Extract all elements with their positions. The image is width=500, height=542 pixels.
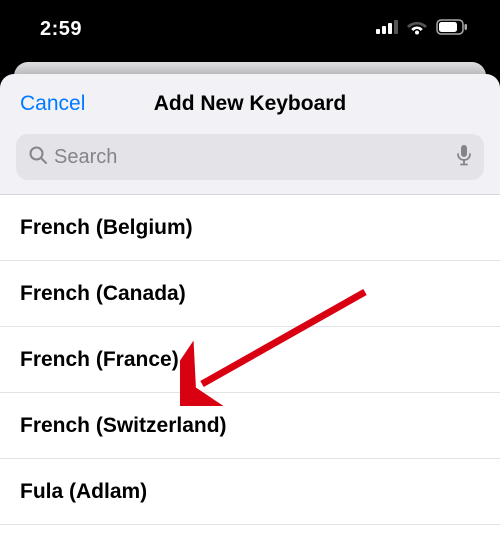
list-item[interactable]: French (Canada) bbox=[0, 261, 500, 327]
screen: 2:59 bbox=[0, 0, 500, 542]
search-container bbox=[0, 134, 500, 194]
cancel-button[interactable]: Cancel bbox=[0, 92, 85, 116]
list-item[interactable]: French (Switzerland) bbox=[0, 393, 500, 459]
cellular-icon bbox=[376, 20, 398, 39]
modal-sheet: Cancel Add New Keyboard bbox=[0, 74, 500, 542]
mic-icon[interactable] bbox=[456, 144, 472, 171]
status-bar: 2:59 bbox=[0, 0, 500, 58]
list-item[interactable]: Fula (Adlam) bbox=[0, 459, 500, 525]
status-time: 2:59 bbox=[40, 18, 82, 41]
search-input[interactable] bbox=[54, 146, 450, 169]
keyboard-list: French (Belgium) French (Canada) French … bbox=[0, 194, 500, 542]
status-icons bbox=[376, 19, 468, 40]
wifi-icon bbox=[406, 19, 428, 40]
battery-icon bbox=[436, 19, 468, 40]
search-field[interactable] bbox=[16, 134, 484, 180]
list-item[interactable]: French (Belgium) bbox=[0, 195, 500, 261]
list-item[interactable]: French (France) bbox=[0, 327, 500, 393]
nav-bar: Cancel Add New Keyboard bbox=[0, 74, 500, 134]
search-icon bbox=[28, 145, 48, 170]
